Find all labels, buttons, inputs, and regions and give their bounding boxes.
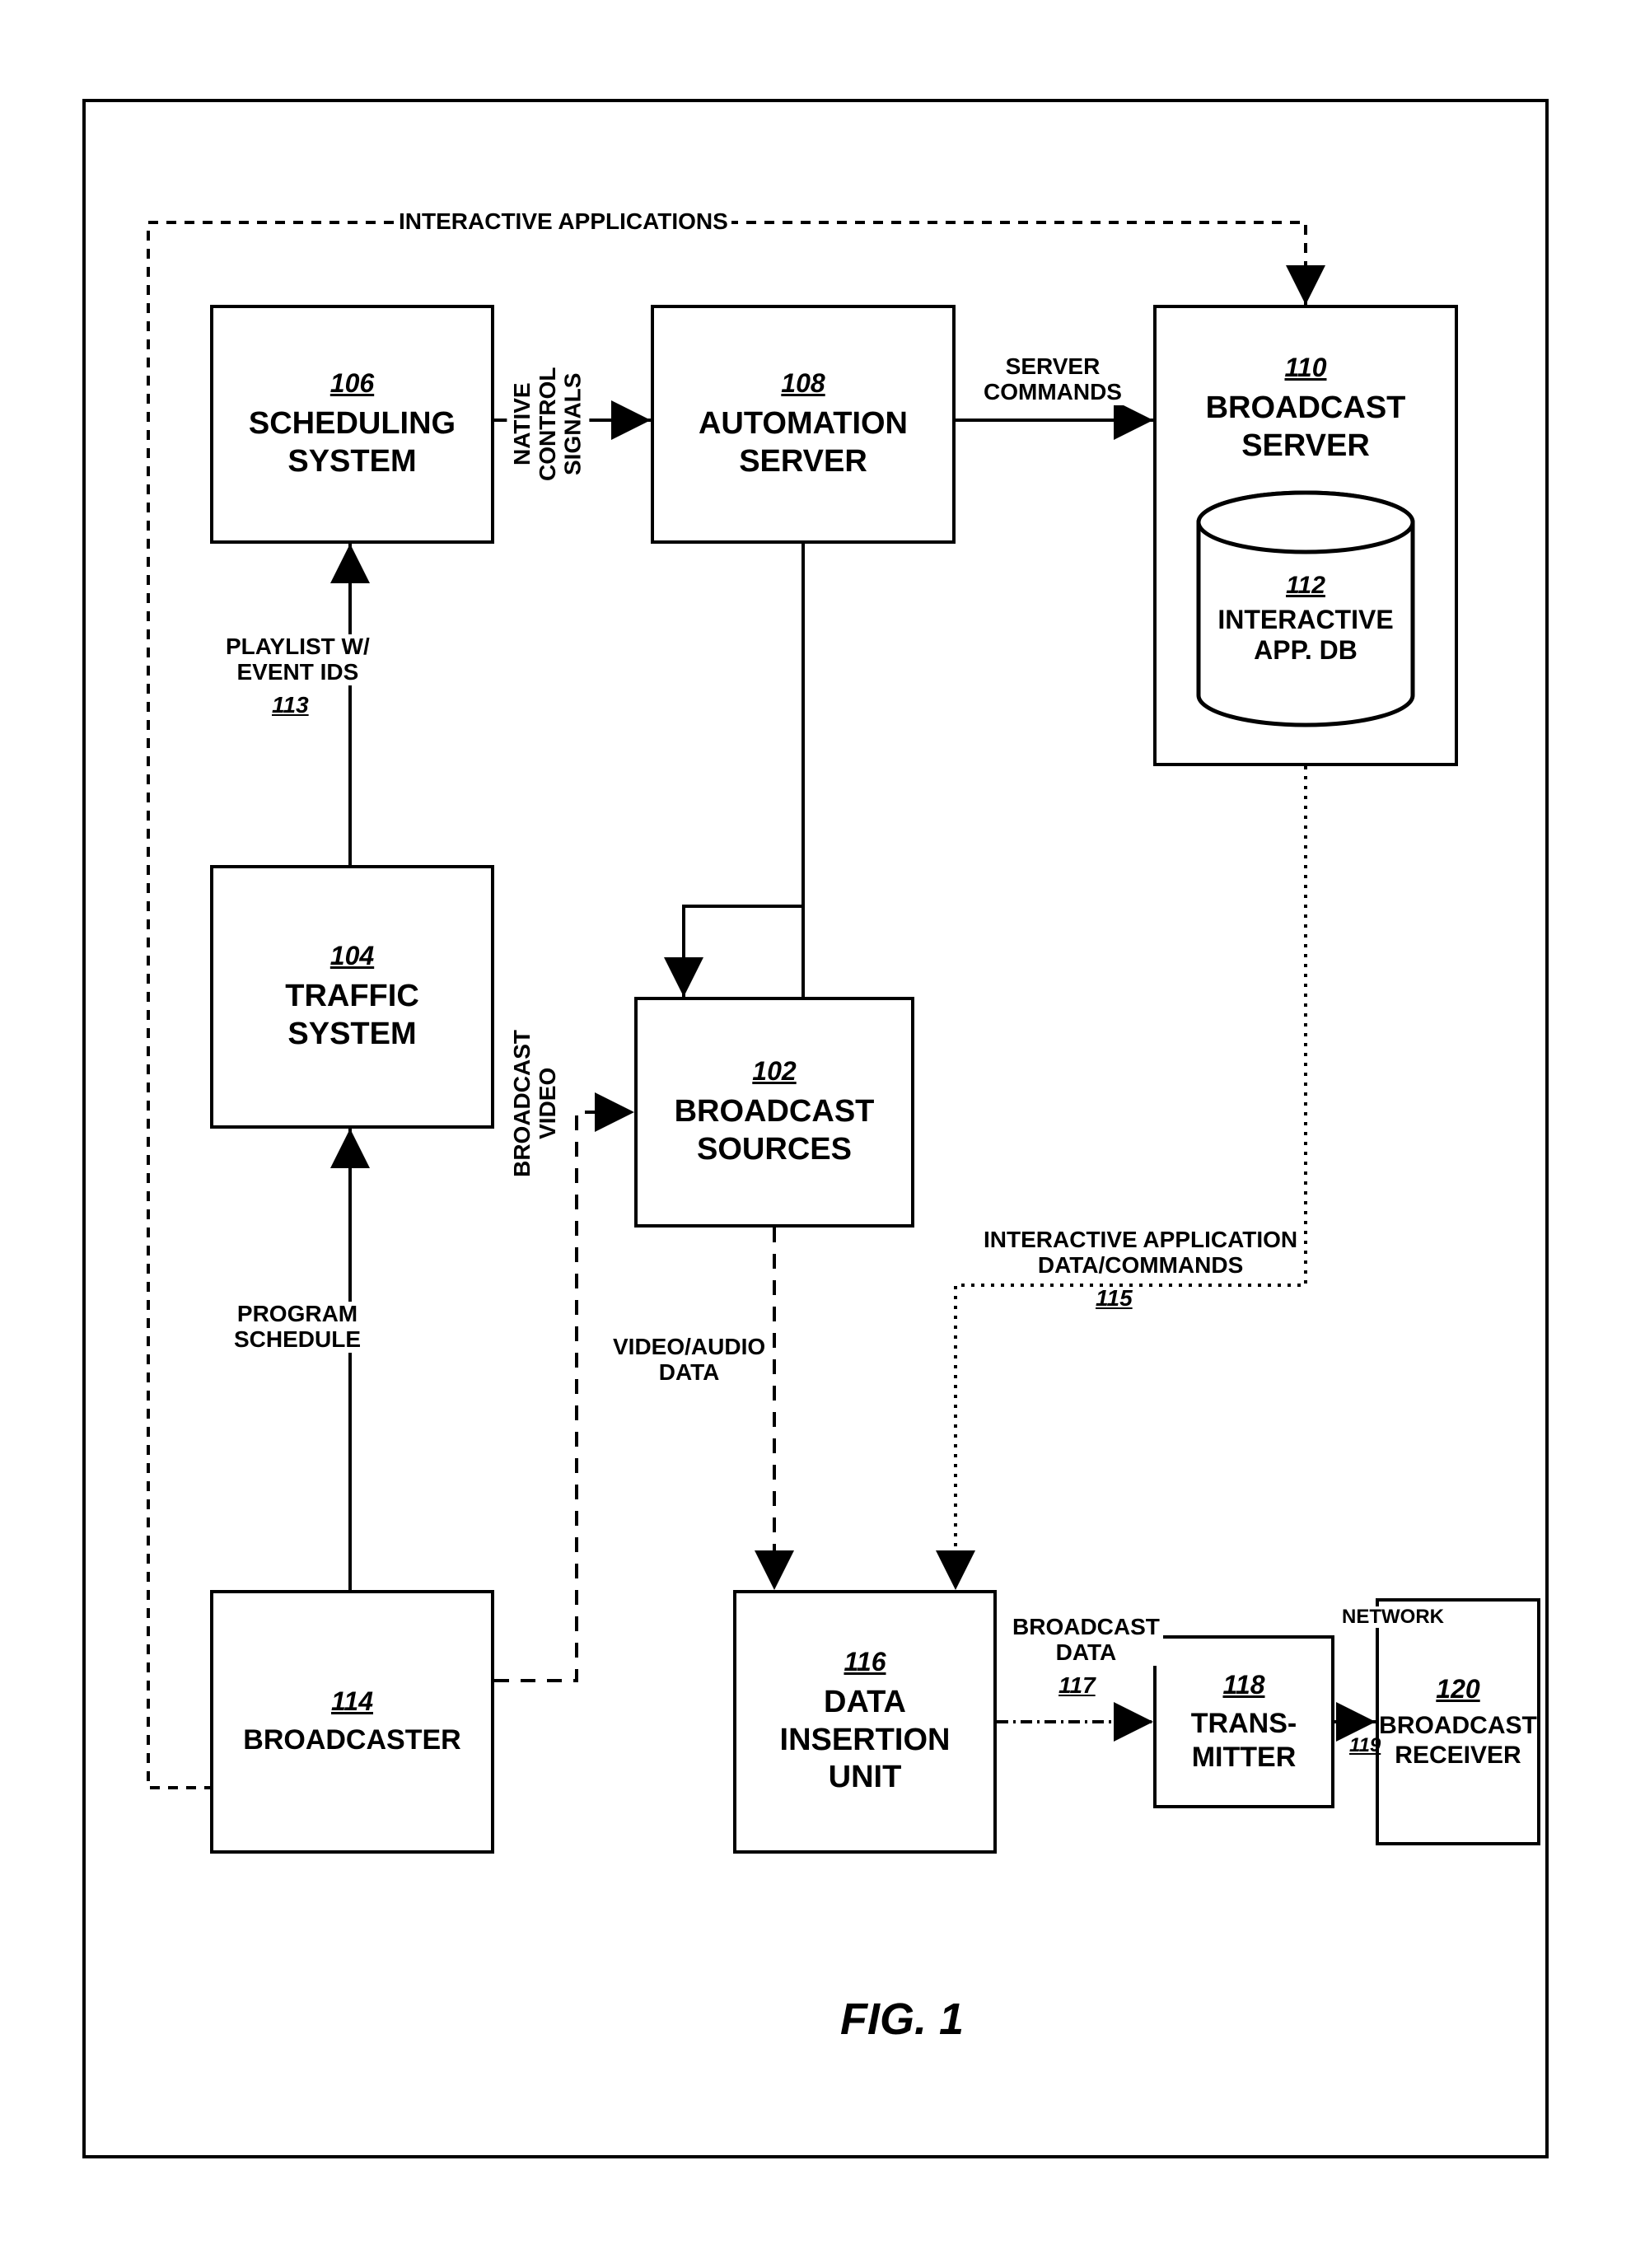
traffic-num: 104 (330, 941, 374, 971)
app-db-cylinder: 112 INTERACTIVE APP. DB (1190, 489, 1421, 728)
data-insertion-label: DATA INSERTION UNIT (780, 1684, 951, 1797)
scheduling-label: SCHEDULING SYSTEM (249, 405, 456, 480)
broadcast-server-box: 110 BROADCAST SERVER 112 INTERACTIVE APP… (1153, 305, 1458, 766)
interactive-app-data-label: INTERACTIVE APPLICATION DATA/COMMANDS (980, 1228, 1301, 1279)
native-control-label: NATIVE CONTROL SIGNALS (507, 362, 589, 486)
broadcaster-box: 114 BROADCASTER (210, 1590, 494, 1854)
broadcaster-label: BROADCASTER (243, 1723, 460, 1757)
scheduling-num: 106 (330, 368, 374, 399)
video-audio-label: VIDEO/AUDIO DATA (610, 1335, 769, 1386)
broadcast-data-num: 117 (1059, 1672, 1096, 1699)
broadcast-sources-box: 102 BROADCAST SOURCES (634, 997, 914, 1228)
broadcast-sources-label: BROADCAST SOURCES (675, 1093, 875, 1168)
broadcast-video-label: BROADCAST VIDEO (507, 1030, 564, 1177)
app-db-num: 112 (1190, 572, 1421, 600)
transmitter-box: 118 TRANS- MITTER (1153, 1635, 1334, 1808)
server-commands-label: SERVER COMMANDS (980, 354, 1125, 405)
traffic-system-box: 104 TRAFFIC SYSTEM (210, 865, 494, 1129)
data-insertion-num: 116 (844, 1647, 886, 1677)
figure-label: FIG. 1 (840, 1994, 964, 2045)
broadcaster-num: 114 (331, 1686, 373, 1717)
broadcast-server-num: 110 (1284, 353, 1326, 383)
network-label: NETWORK (1339, 1606, 1447, 1628)
broadcast-receiver-box: 120 BROADCAST RECEIVER (1376, 1598, 1540, 1845)
broadcast-receiver-label: BROADCAST RECEIVER (1379, 1711, 1537, 1770)
broadcast-data-label: BROADCAST DATA (1009, 1615, 1163, 1666)
automation-server-box: 108 AUTOMATION SERVER (651, 305, 956, 544)
playlist-label: PLAYLIST W/ EVENT IDS (222, 634, 373, 685)
playlist-num: 113 (272, 692, 309, 718)
automation-num: 108 (781, 368, 825, 399)
automation-label: AUTOMATION SERVER (699, 405, 908, 480)
transmitter-label: TRANS- MITTER (1191, 1707, 1297, 1775)
transmitter-num: 118 (1222, 1670, 1264, 1700)
broadcast-sources-num: 102 (752, 1056, 796, 1087)
traffic-label: TRAFFIC SYSTEM (285, 978, 419, 1053)
broadcast-server-label: BROADCAST SERVER (1206, 390, 1406, 465)
interactive-apps-label: INTERACTIVE APPLICATIONS (395, 209, 731, 235)
app-db-label: INTERACTIVE APP. DB (1190, 605, 1421, 666)
program-schedule-label: PROGRAM SCHEDULE (231, 1302, 364, 1353)
interactive-app-data-num: 115 (1096, 1285, 1133, 1312)
network-num: 119 (1349, 1734, 1381, 1757)
scheduling-system-box: 106 SCHEDULING SYSTEM (210, 305, 494, 544)
broadcast-receiver-num: 120 (1436, 1674, 1479, 1705)
data-insertion-box: 116 DATA INSERTION UNIT (733, 1590, 997, 1854)
